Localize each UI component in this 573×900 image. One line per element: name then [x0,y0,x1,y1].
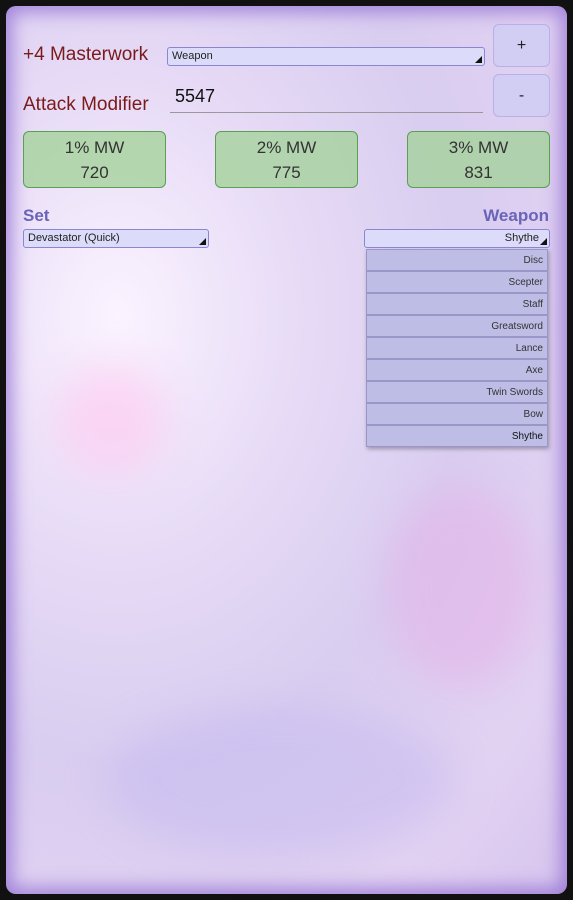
card-title: 1% MW [64,138,125,157]
attack-modifier-input[interactable]: 5547 [170,86,483,113]
card-value: 720 [80,163,109,182]
mw-card-1: 1% MW 720 [23,131,166,188]
attack-modifier-label: Attack Modifier [23,94,149,115]
weapon-option-scepter[interactable]: Scepter [366,271,548,293]
background-glow [106,706,456,856]
weapon-option-twin-swords[interactable]: Twin Swords [366,381,548,403]
weapon-option-staff[interactable]: Staff [366,293,548,315]
weapon-option-bow[interactable]: Bow [366,403,548,425]
set-label: Set [23,206,50,225]
background-glow [386,486,536,686]
weapon-option-shythe[interactable]: Shythe [366,425,548,447]
background-glow [56,366,166,476]
dropdown-arrow-icon [199,238,206,245]
weapon-option-lance[interactable]: Lance [366,337,548,359]
weapon-option-axe[interactable]: Axe [366,359,548,381]
minus-button[interactable]: - [493,74,550,117]
masterwork-spinner[interactable]: Weapon [167,47,485,66]
weapon-label: Weapon [483,206,549,225]
mw-card-2: 2% MW 775 [215,131,358,188]
weapon-spinner[interactable]: Shythe [364,229,550,248]
set-selected: Devastator (Quick) [28,232,120,244]
set-spinner[interactable]: Devastator (Quick) [23,229,209,248]
masterwork-label: +4 Masterwork [23,44,149,65]
masterwork-selected: Weapon [172,50,213,62]
card-value: 775 [272,163,301,182]
weapon-selected: Shythe [504,232,539,244]
card-title: 3% MW [448,138,509,157]
mw-card-3: 3% MW 831 [407,131,550,188]
dropdown-arrow-icon [540,238,547,245]
dropdown-arrow-icon [475,56,482,63]
card-value: 831 [464,163,493,182]
weapon-dropdown-list: Disc Scepter Staff Greatsword Lance Axe … [366,249,548,447]
plus-button[interactable]: + [493,24,550,67]
weapon-option-disc[interactable]: Disc [366,249,548,271]
card-title: 2% MW [256,138,317,157]
weapon-option-greatsword[interactable]: Greatsword [366,315,548,337]
